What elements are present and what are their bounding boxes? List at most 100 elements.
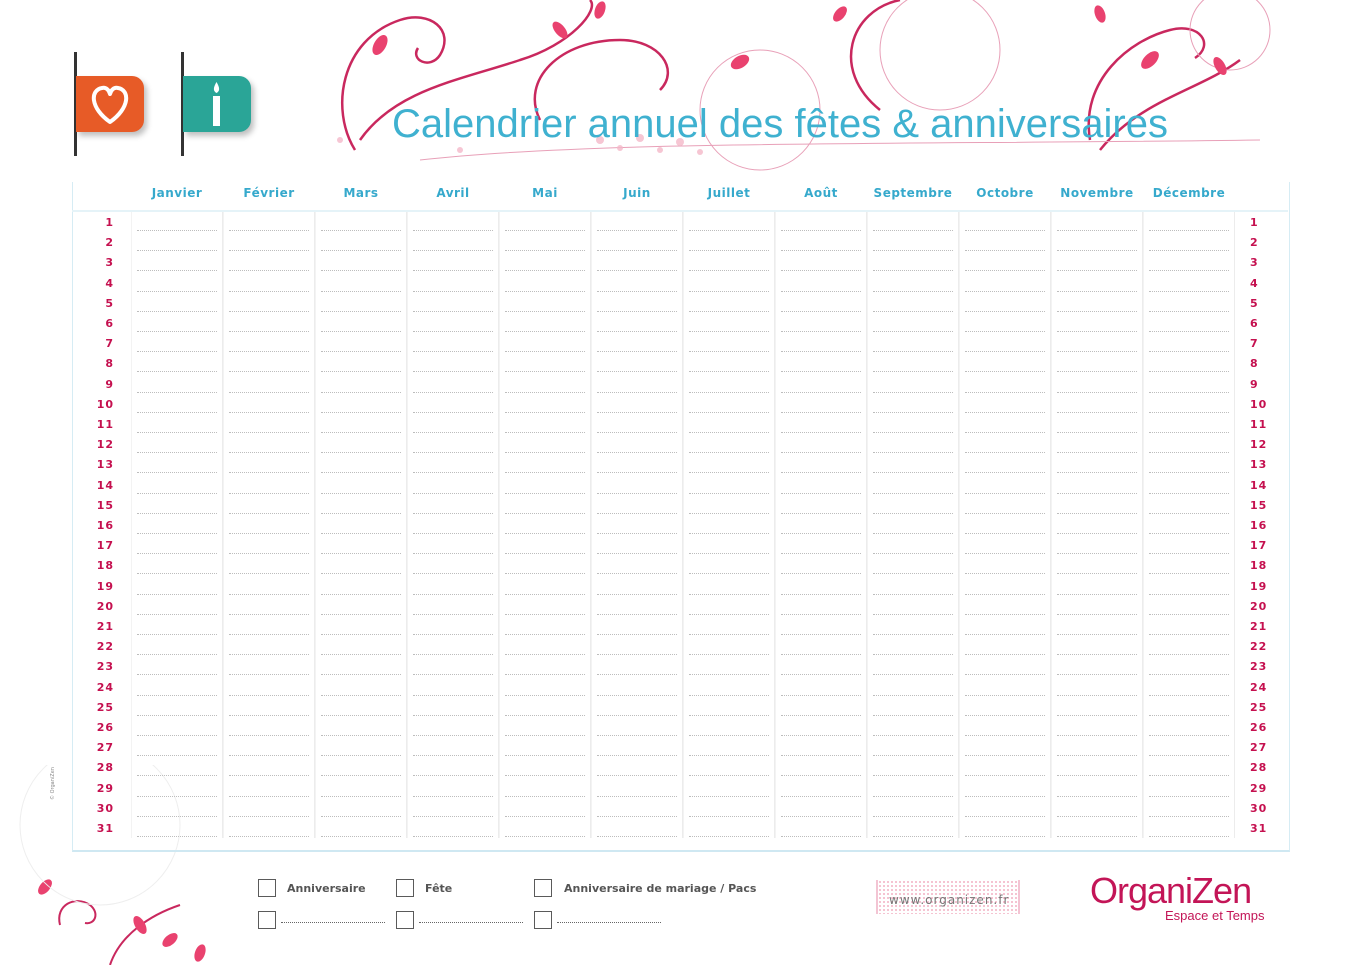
day-cell-line[interactable] [689, 472, 769, 474]
day-cell-line[interactable] [873, 391, 953, 393]
day-cell-line[interactable] [1149, 290, 1229, 292]
day-cell-line[interactable] [229, 351, 309, 353]
day-cell-line[interactable] [137, 694, 217, 696]
day-cell-line[interactable] [689, 331, 769, 332]
day-cell-line[interactable] [137, 331, 217, 332]
day-cell-line[interactable] [873, 573, 953, 575]
day-cell-line[interactable] [597, 230, 677, 231]
day-cell-line[interactable] [965, 371, 1045, 373]
day-cell-line[interactable] [873, 411, 953, 413]
day-cell-line[interactable] [413, 795, 493, 797]
day-cell-line[interactable] [413, 492, 493, 494]
day-cell-line[interactable] [321, 371, 401, 373]
day-cell-line[interactable] [689, 533, 769, 534]
day-cell-line[interactable] [413, 593, 493, 595]
day-cell-line[interactable] [229, 714, 309, 716]
day-cell-line[interactable] [873, 634, 953, 635]
day-cell-line[interactable] [1057, 391, 1137, 393]
feast-checkbox[interactable] [396, 879, 414, 897]
day-cell-line[interactable] [1057, 593, 1137, 595]
day-cell-line[interactable] [781, 815, 861, 817]
day-cell-line[interactable] [965, 836, 1045, 837]
day-cell-line[interactable] [873, 775, 953, 777]
day-cell-line[interactable] [321, 230, 401, 231]
day-cell-line[interactable] [1057, 533, 1137, 534]
day-cell-line[interactable] [413, 573, 493, 575]
day-cell-line[interactable] [413, 230, 493, 231]
day-cell-line[interactable] [137, 472, 217, 474]
day-cell-line[interactable] [1057, 230, 1137, 231]
day-cell-line[interactable] [1149, 654, 1229, 656]
day-cell-line[interactable] [1149, 674, 1229, 676]
day-cell-line[interactable] [321, 775, 401, 777]
day-cell-line[interactable] [1149, 613, 1229, 615]
day-cell-line[interactable] [781, 310, 861, 312]
day-cell-line[interactable] [873, 533, 953, 534]
day-cell-line[interactable] [505, 250, 585, 252]
day-cell-line[interactable] [1149, 452, 1229, 454]
day-cell-line[interactable] [505, 694, 585, 696]
day-cell-line[interactable] [413, 775, 493, 777]
day-cell-line[interactable] [1057, 573, 1137, 575]
day-cell-line[interactable] [137, 310, 217, 312]
day-cell-line[interactable] [413, 351, 493, 353]
day-cell-line[interactable] [229, 573, 309, 575]
day-cell-line[interactable] [137, 735, 217, 736]
day-cell-line[interactable] [1149, 755, 1229, 757]
day-cell-line[interactable] [137, 755, 217, 757]
day-cell-line[interactable] [413, 310, 493, 312]
day-cell-line[interactable] [1057, 512, 1137, 514]
day-cell-line[interactable] [137, 815, 217, 817]
day-cell-line[interactable] [597, 492, 677, 494]
custom-line-2[interactable] [419, 922, 523, 923]
day-cell-line[interactable] [873, 553, 953, 555]
day-cell-line[interactable] [321, 492, 401, 494]
day-cell-line[interactable] [1149, 694, 1229, 696]
day-cell-line[interactable] [873, 371, 953, 373]
day-cell-line[interactable] [505, 391, 585, 393]
day-cell-line[interactable] [321, 533, 401, 534]
day-cell-line[interactable] [229, 533, 309, 534]
day-cell-line[interactable] [229, 694, 309, 696]
day-cell-line[interactable] [781, 230, 861, 231]
day-cell-line[interactable] [689, 270, 769, 272]
day-cell-line[interactable] [321, 815, 401, 817]
day-cell-line[interactable] [965, 735, 1045, 736]
day-cell-line[interactable] [781, 331, 861, 332]
day-cell-line[interactable] [689, 250, 769, 252]
day-cell-line[interactable] [137, 593, 217, 595]
day-cell-line[interactable] [873, 795, 953, 797]
day-cell-line[interactable] [1057, 775, 1137, 777]
day-cell-line[interactable] [1057, 553, 1137, 555]
day-cell-line[interactable] [781, 391, 861, 393]
day-cell-line[interactable] [321, 755, 401, 757]
day-cell-line[interactable] [597, 795, 677, 797]
day-cell-line[interactable] [597, 593, 677, 595]
day-cell-line[interactable] [781, 553, 861, 555]
day-cell-line[interactable] [689, 815, 769, 817]
day-cell-line[interactable] [873, 735, 953, 736]
day-cell-line[interactable] [1057, 371, 1137, 373]
day-cell-line[interactable] [1057, 714, 1137, 716]
day-cell-line[interactable] [873, 290, 953, 292]
day-cell-line[interactable] [1149, 775, 1229, 777]
custom-line-1[interactable] [281, 922, 385, 923]
day-cell-line[interactable] [137, 452, 217, 454]
day-cell-line[interactable] [229, 735, 309, 736]
day-cell-line[interactable] [1057, 270, 1137, 272]
day-cell-line[interactable] [137, 836, 217, 837]
day-cell-line[interactable] [965, 310, 1045, 312]
day-cell-line[interactable] [965, 634, 1045, 635]
day-cell-line[interactable] [781, 654, 861, 656]
day-cell-line[interactable] [689, 310, 769, 312]
day-cell-line[interactable] [965, 674, 1045, 676]
day-cell-line[interactable] [1149, 230, 1229, 231]
day-cell-line[interactable] [137, 411, 217, 413]
day-cell-line[interactable] [413, 270, 493, 272]
day-cell-line[interactable] [229, 634, 309, 635]
day-cell-line[interactable] [1149, 432, 1229, 433]
day-cell-line[interactable] [1149, 634, 1229, 635]
day-cell-line[interactable] [965, 694, 1045, 696]
day-cell-line[interactable] [781, 411, 861, 413]
day-cell-line[interactable] [505, 492, 585, 494]
